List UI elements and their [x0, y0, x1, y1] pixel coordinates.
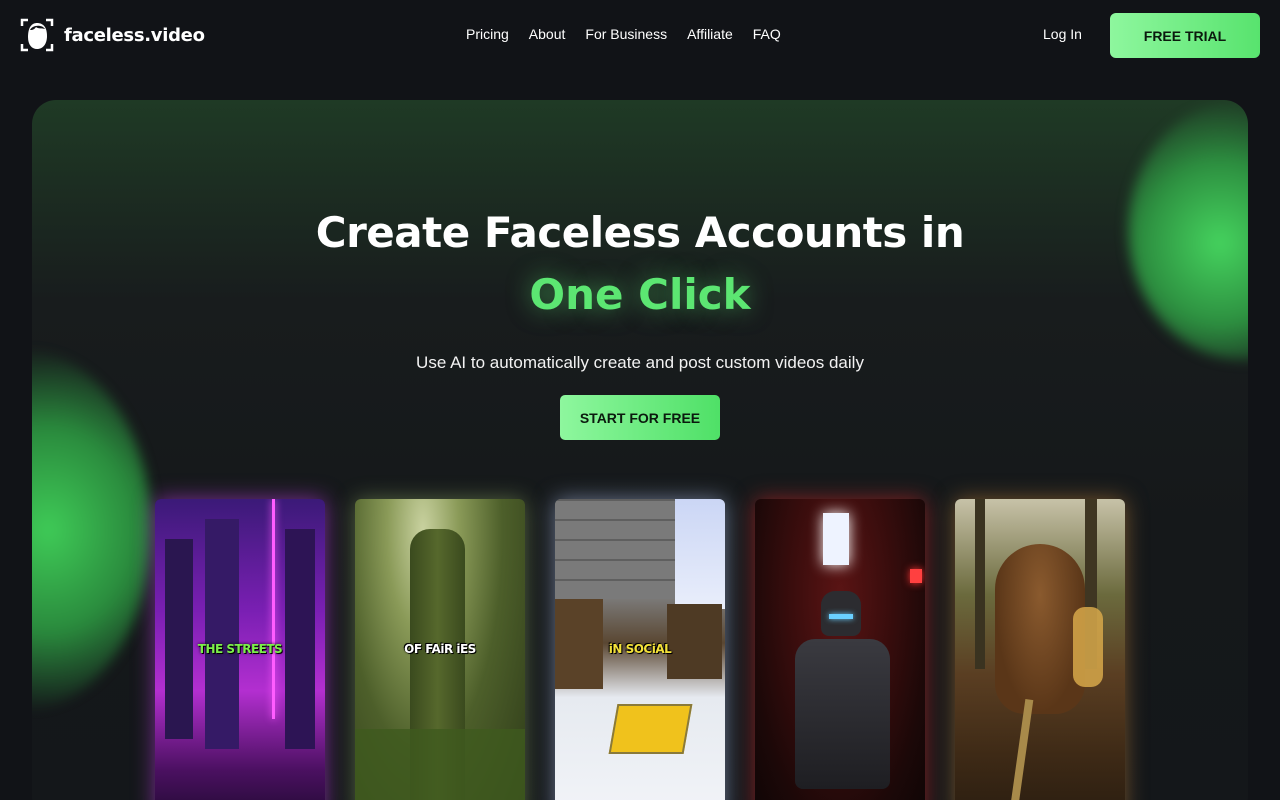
tree-shape [975, 499, 985, 669]
decorative-glow-left [32, 350, 152, 710]
ceiling-light [823, 513, 849, 565]
sky-shape [675, 499, 725, 609]
start-for-free-button[interactable]: START FOR FREE [560, 395, 720, 440]
video-caption: OF FAiR iES [404, 642, 476, 656]
brick-wall-shape [555, 499, 675, 599]
neon-beam [272, 499, 275, 719]
brand-name: faceless.video [64, 24, 205, 46]
face-frame-icon [20, 17, 54, 53]
building-shape [205, 519, 239, 749]
moss-ground [355, 729, 525, 800]
nav-for-business[interactable]: For Business [585, 26, 667, 42]
video-card-forest[interactable]: OF FAiR iES [355, 499, 525, 800]
creature-body [995, 544, 1085, 714]
video-caption: THE STREETS [197, 642, 283, 656]
video-card-robot[interactable] [755, 499, 925, 800]
video-card-bigfoot[interactable] [955, 499, 1125, 800]
free-trial-button[interactable]: FREE TRIAL [1110, 13, 1260, 58]
building-shape [285, 529, 315, 749]
selfie-stick [1008, 699, 1034, 800]
nav-affiliate[interactable]: Affiliate [687, 26, 733, 42]
red-light [910, 569, 922, 583]
hero-title: Create Faceless Accounts in [315, 208, 965, 257]
nav-pricing[interactable]: Pricing [466, 26, 509, 42]
bag-shape [1073, 607, 1103, 687]
video-caption: iN SOCiAL [608, 642, 672, 656]
nav-about[interactable]: About [529, 26, 566, 42]
brand-logo[interactable]: faceless.video [20, 17, 205, 53]
hero-subtitle: Use AI to automatically create and post … [416, 353, 864, 372]
yellow-tile [608, 704, 693, 754]
nav-faq[interactable]: FAQ [753, 26, 781, 42]
video-card-game[interactable]: iN SOCiAL [555, 499, 725, 800]
video-card-city[interactable]: THE STREETS [155, 499, 325, 800]
robot-visor [829, 614, 853, 619]
main-nav: Pricing About For Business Affiliate FAQ [466, 26, 781, 42]
building-shape [165, 539, 193, 739]
hero-title-accent: One Click [529, 270, 751, 319]
login-link[interactable]: Log In [1043, 26, 1082, 42]
site-header: faceless.video Pricing About For Busines… [0, 0, 1280, 70]
robot-body [795, 639, 890, 789]
